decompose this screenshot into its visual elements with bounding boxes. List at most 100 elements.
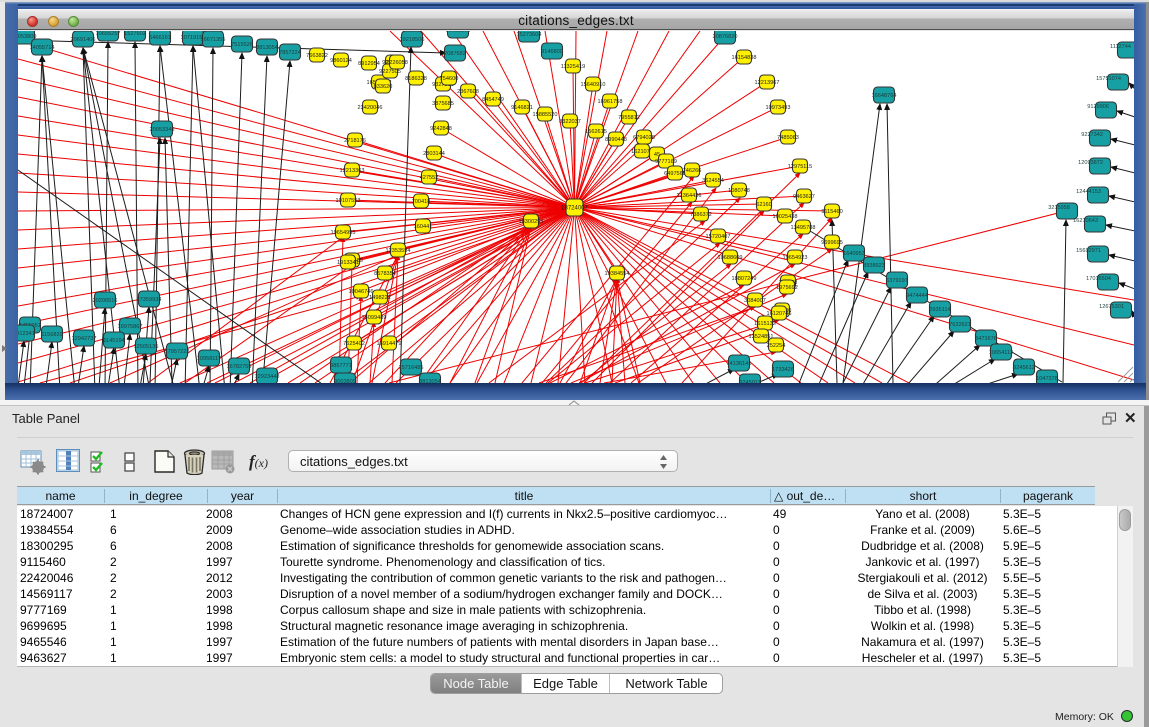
svg-text:9860124: 9860124 xyxy=(330,58,352,64)
svg-text:3215958: 3215958 xyxy=(1048,205,1070,211)
svg-text:1498222: 1498222 xyxy=(369,295,391,301)
svg-text:10654112: 10654112 xyxy=(989,350,1013,356)
svg-text:1047378: 1047378 xyxy=(1036,376,1058,382)
svg-text:3084007: 3084007 xyxy=(744,298,766,304)
svg-text:833620: 833620 xyxy=(374,84,393,90)
svg-text:15692971: 15692971 xyxy=(1076,248,1101,254)
svg-text:10025438: 10025438 xyxy=(773,214,798,220)
svg-text:12505135: 12505135 xyxy=(134,344,159,350)
svg-text:6466161: 6466161 xyxy=(149,35,171,41)
svg-text:16961758: 16961758 xyxy=(598,99,623,105)
svg-text:14055714: 14055714 xyxy=(30,45,55,51)
svg-text:1527602: 1527602 xyxy=(124,31,146,37)
svg-text:2226058: 2226058 xyxy=(386,60,408,66)
svg-text:18300295: 18300295 xyxy=(519,219,544,225)
svg-text:7515526: 7515526 xyxy=(231,42,253,48)
svg-text:1080748: 1080748 xyxy=(728,188,750,194)
svg-text:12675301: 12675301 xyxy=(1099,304,1124,310)
svg-text:2935114: 2935114 xyxy=(929,307,950,313)
svg-text:700418: 700418 xyxy=(412,199,431,205)
svg-text:8990448: 8990448 xyxy=(605,137,627,143)
svg-text:15720407: 15720407 xyxy=(706,234,731,240)
svg-text:9245612: 9245612 xyxy=(1013,365,1035,371)
svg-text:3624554: 3624554 xyxy=(702,178,724,184)
svg-text:20053346: 20053346 xyxy=(150,127,175,133)
svg-text:8813054: 8813054 xyxy=(256,45,278,51)
svg-text:12093872: 12093872 xyxy=(1078,160,1103,166)
svg-text:10688609: 10688609 xyxy=(718,255,743,261)
svg-text:9857771: 9857771 xyxy=(330,363,352,369)
svg-text:8454749: 8454749 xyxy=(482,97,504,103)
svg-text:20691406: 20691406 xyxy=(71,37,96,43)
svg-text:9463627: 9463627 xyxy=(793,194,815,200)
svg-text:15885520: 15885520 xyxy=(533,112,558,118)
svg-text:62160: 62160 xyxy=(756,202,772,208)
svg-text:8912954: 8912954 xyxy=(358,61,380,67)
svg-text:9003809: 9003809 xyxy=(334,379,356,383)
svg-text:8813054: 8813054 xyxy=(419,379,441,383)
svg-text:1145194: 1145194 xyxy=(103,338,124,344)
svg-text:18807249: 18807249 xyxy=(732,276,757,282)
svg-text:12975115: 12975115 xyxy=(788,164,812,170)
svg-text:2718176: 2718176 xyxy=(344,138,366,144)
svg-text:7857224: 7857224 xyxy=(279,50,301,56)
svg-text:1112744: 1112744 xyxy=(1110,44,1131,50)
svg-text:12213363: 12213363 xyxy=(340,168,365,174)
svg-text:15751074: 15751074 xyxy=(1096,76,1121,82)
svg-text:21364436: 21364436 xyxy=(677,193,702,199)
svg-text:9146821: 9146821 xyxy=(511,105,533,111)
svg-text:9242848: 9242848 xyxy=(430,126,452,132)
svg-text:13495788: 13495788 xyxy=(791,225,816,231)
svg-text:1156829: 1156829 xyxy=(41,332,62,338)
svg-text:16914479: 16914479 xyxy=(377,341,402,347)
svg-text:754600: 754600 xyxy=(440,76,459,82)
svg-text:1615132: 1615132 xyxy=(754,321,776,327)
svg-text:7663822: 7663822 xyxy=(306,53,328,59)
svg-text:10973493: 10973493 xyxy=(766,105,791,111)
svg-text:16782759: 16782759 xyxy=(227,364,252,370)
svg-text:14099489: 14099489 xyxy=(362,315,387,321)
svg-text:8938923: 8938923 xyxy=(863,263,885,269)
svg-text:16671355: 16671355 xyxy=(201,37,226,43)
svg-text:19654923: 19654923 xyxy=(783,255,808,261)
svg-text:9699695: 9699695 xyxy=(821,240,843,246)
svg-text:14136141: 14136141 xyxy=(727,361,752,367)
svg-text:10107553: 10107553 xyxy=(336,198,361,204)
svg-text:12213967: 12213967 xyxy=(755,80,780,86)
svg-text:427552: 427552 xyxy=(420,175,439,181)
svg-text:19218506: 19218506 xyxy=(400,37,425,43)
svg-text:10958117: 10958117 xyxy=(197,356,221,362)
svg-text:2803144: 2803144 xyxy=(423,151,445,157)
svg-text:746266: 746266 xyxy=(683,168,702,174)
svg-text:9474444: 9474444 xyxy=(906,293,928,299)
svg-text:252254: 252254 xyxy=(767,343,786,349)
svg-text:7386372: 7386372 xyxy=(690,212,712,218)
svg-text:19654955: 19654955 xyxy=(331,230,356,236)
svg-text:20206516: 20206516 xyxy=(93,298,118,304)
svg-text:9227505: 9227505 xyxy=(379,69,401,75)
svg-text:12923448: 12923448 xyxy=(255,374,280,380)
svg-text:1562615: 1562615 xyxy=(585,129,607,135)
svg-text:17359934: 17359934 xyxy=(137,297,162,303)
svg-text:15640910: 15640910 xyxy=(581,82,606,88)
svg-text:1975692: 1975692 xyxy=(776,285,798,291)
svg-text:10655257: 10655257 xyxy=(96,31,121,37)
svg-text:12353594: 12353594 xyxy=(386,248,411,254)
svg-text:9146800: 9146800 xyxy=(541,49,563,55)
svg-text:6794028: 6794028 xyxy=(633,135,655,141)
svg-text:7625402: 7625402 xyxy=(343,341,365,347)
svg-text:3875685: 3875685 xyxy=(432,101,454,107)
svg-text:12444153: 12444153 xyxy=(1076,189,1101,195)
svg-text:18724007: 18724007 xyxy=(561,205,588,211)
svg-text:9115460: 9115460 xyxy=(821,209,842,215)
svg-text:8471676: 8471676 xyxy=(975,336,997,342)
svg-text:17957223: 17957223 xyxy=(165,349,190,355)
svg-text:16648764: 16648764 xyxy=(872,93,897,99)
svg-text:8186328: 8186328 xyxy=(405,76,427,82)
svg-text:160441: 160441 xyxy=(414,224,433,230)
svg-text:15273604: 15273604 xyxy=(517,32,542,38)
svg-text:2367608: 2367608 xyxy=(457,89,479,95)
svg-text:1733426: 1733426 xyxy=(772,367,794,373)
svg-text:9777169: 9777169 xyxy=(655,159,677,165)
svg-text:19975867: 19975867 xyxy=(118,324,143,330)
